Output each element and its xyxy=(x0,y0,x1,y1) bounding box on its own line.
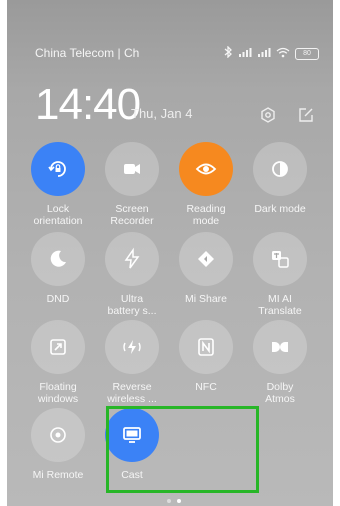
moon-icon xyxy=(31,232,85,286)
tile-mi-ai-translate[interactable]: MI AI Translate xyxy=(243,232,317,317)
tile-dark-mode[interactable]: Dark mode xyxy=(243,142,317,215)
tile-label: Screen Recorder xyxy=(110,203,154,227)
battery-indicator: 80 xyxy=(295,47,319,60)
tile-mi-share[interactable]: Mi Share xyxy=(169,232,243,305)
status-icons: 80 xyxy=(224,45,319,61)
tile-lock-orientation[interactable]: Lock orientation xyxy=(21,142,95,227)
tile-floating-windows[interactable]: Floating windows xyxy=(21,320,95,405)
tile-label: Ultra battery s... xyxy=(107,293,157,317)
status-bar: China Telecom | Ch 80 xyxy=(7,44,333,64)
mi-share-icon xyxy=(179,232,233,286)
page-dot xyxy=(167,499,171,503)
tile-dnd[interactable]: DND xyxy=(21,232,95,305)
clock-time: 14:40 xyxy=(35,80,141,129)
signal-strength-1-icon xyxy=(238,47,252,61)
signal-strength-2-icon xyxy=(257,47,271,61)
tile-label: Dolby Atmos xyxy=(265,381,295,405)
tile-label: Reverse wireless ... xyxy=(107,381,157,405)
remote-icon xyxy=(31,408,85,462)
settings-icon[interactable] xyxy=(259,106,277,124)
bluetooth-icon xyxy=(224,45,233,61)
rotation-lock-icon xyxy=(31,142,85,196)
eye-icon xyxy=(179,142,233,196)
tile-label: Dark mode xyxy=(254,203,306,215)
half-circle-icon xyxy=(253,142,307,196)
edit-icon[interactable] xyxy=(297,106,315,124)
tile-nfc[interactable]: NFC xyxy=(169,320,243,393)
floating-window-icon xyxy=(31,320,85,374)
tile-label: Floating windows xyxy=(37,381,79,405)
tile-dolby-atmos[interactable]: Dolby Atmos xyxy=(243,320,317,405)
tile-label: MI AI Translate xyxy=(258,293,302,317)
tile-label: DND xyxy=(46,293,70,305)
video-camera-icon xyxy=(105,142,159,196)
tile-ultra-battery-saver[interactable]: Ultra battery s... xyxy=(95,232,169,317)
wifi-icon xyxy=(276,47,290,61)
tile-label: Mi Share xyxy=(184,293,227,305)
cast-highlight-box xyxy=(106,406,259,493)
reverse-charge-icon xyxy=(105,320,159,374)
page-indicator xyxy=(167,499,181,503)
nfc-icon xyxy=(179,320,233,374)
page-dot-active xyxy=(177,499,181,503)
tile-screen-recorder[interactable]: Screen Recorder xyxy=(95,142,169,227)
tile-label: Reading mode xyxy=(186,203,226,227)
tile-reverse-wireless[interactable]: Reverse wireless ... xyxy=(95,320,169,405)
tile-reading-mode[interactable]: Reading mode xyxy=(169,142,243,227)
tile-label: Mi Remote xyxy=(32,469,84,481)
lightning-icon xyxy=(105,232,159,286)
dolby-icon xyxy=(253,320,307,374)
control-center-panel: China Telecom | Ch 80 14:40 Thu, Jan 4 L… xyxy=(7,0,333,506)
tile-label: Lock orientation xyxy=(33,203,83,227)
clock-date: Thu, Jan 4 xyxy=(131,106,193,121)
translate-icon xyxy=(253,232,307,286)
carrier-name: China Telecom | Ch xyxy=(35,46,140,60)
tile-label: NFC xyxy=(195,381,217,393)
tile-mi-remote[interactable]: Mi Remote xyxy=(21,408,95,481)
